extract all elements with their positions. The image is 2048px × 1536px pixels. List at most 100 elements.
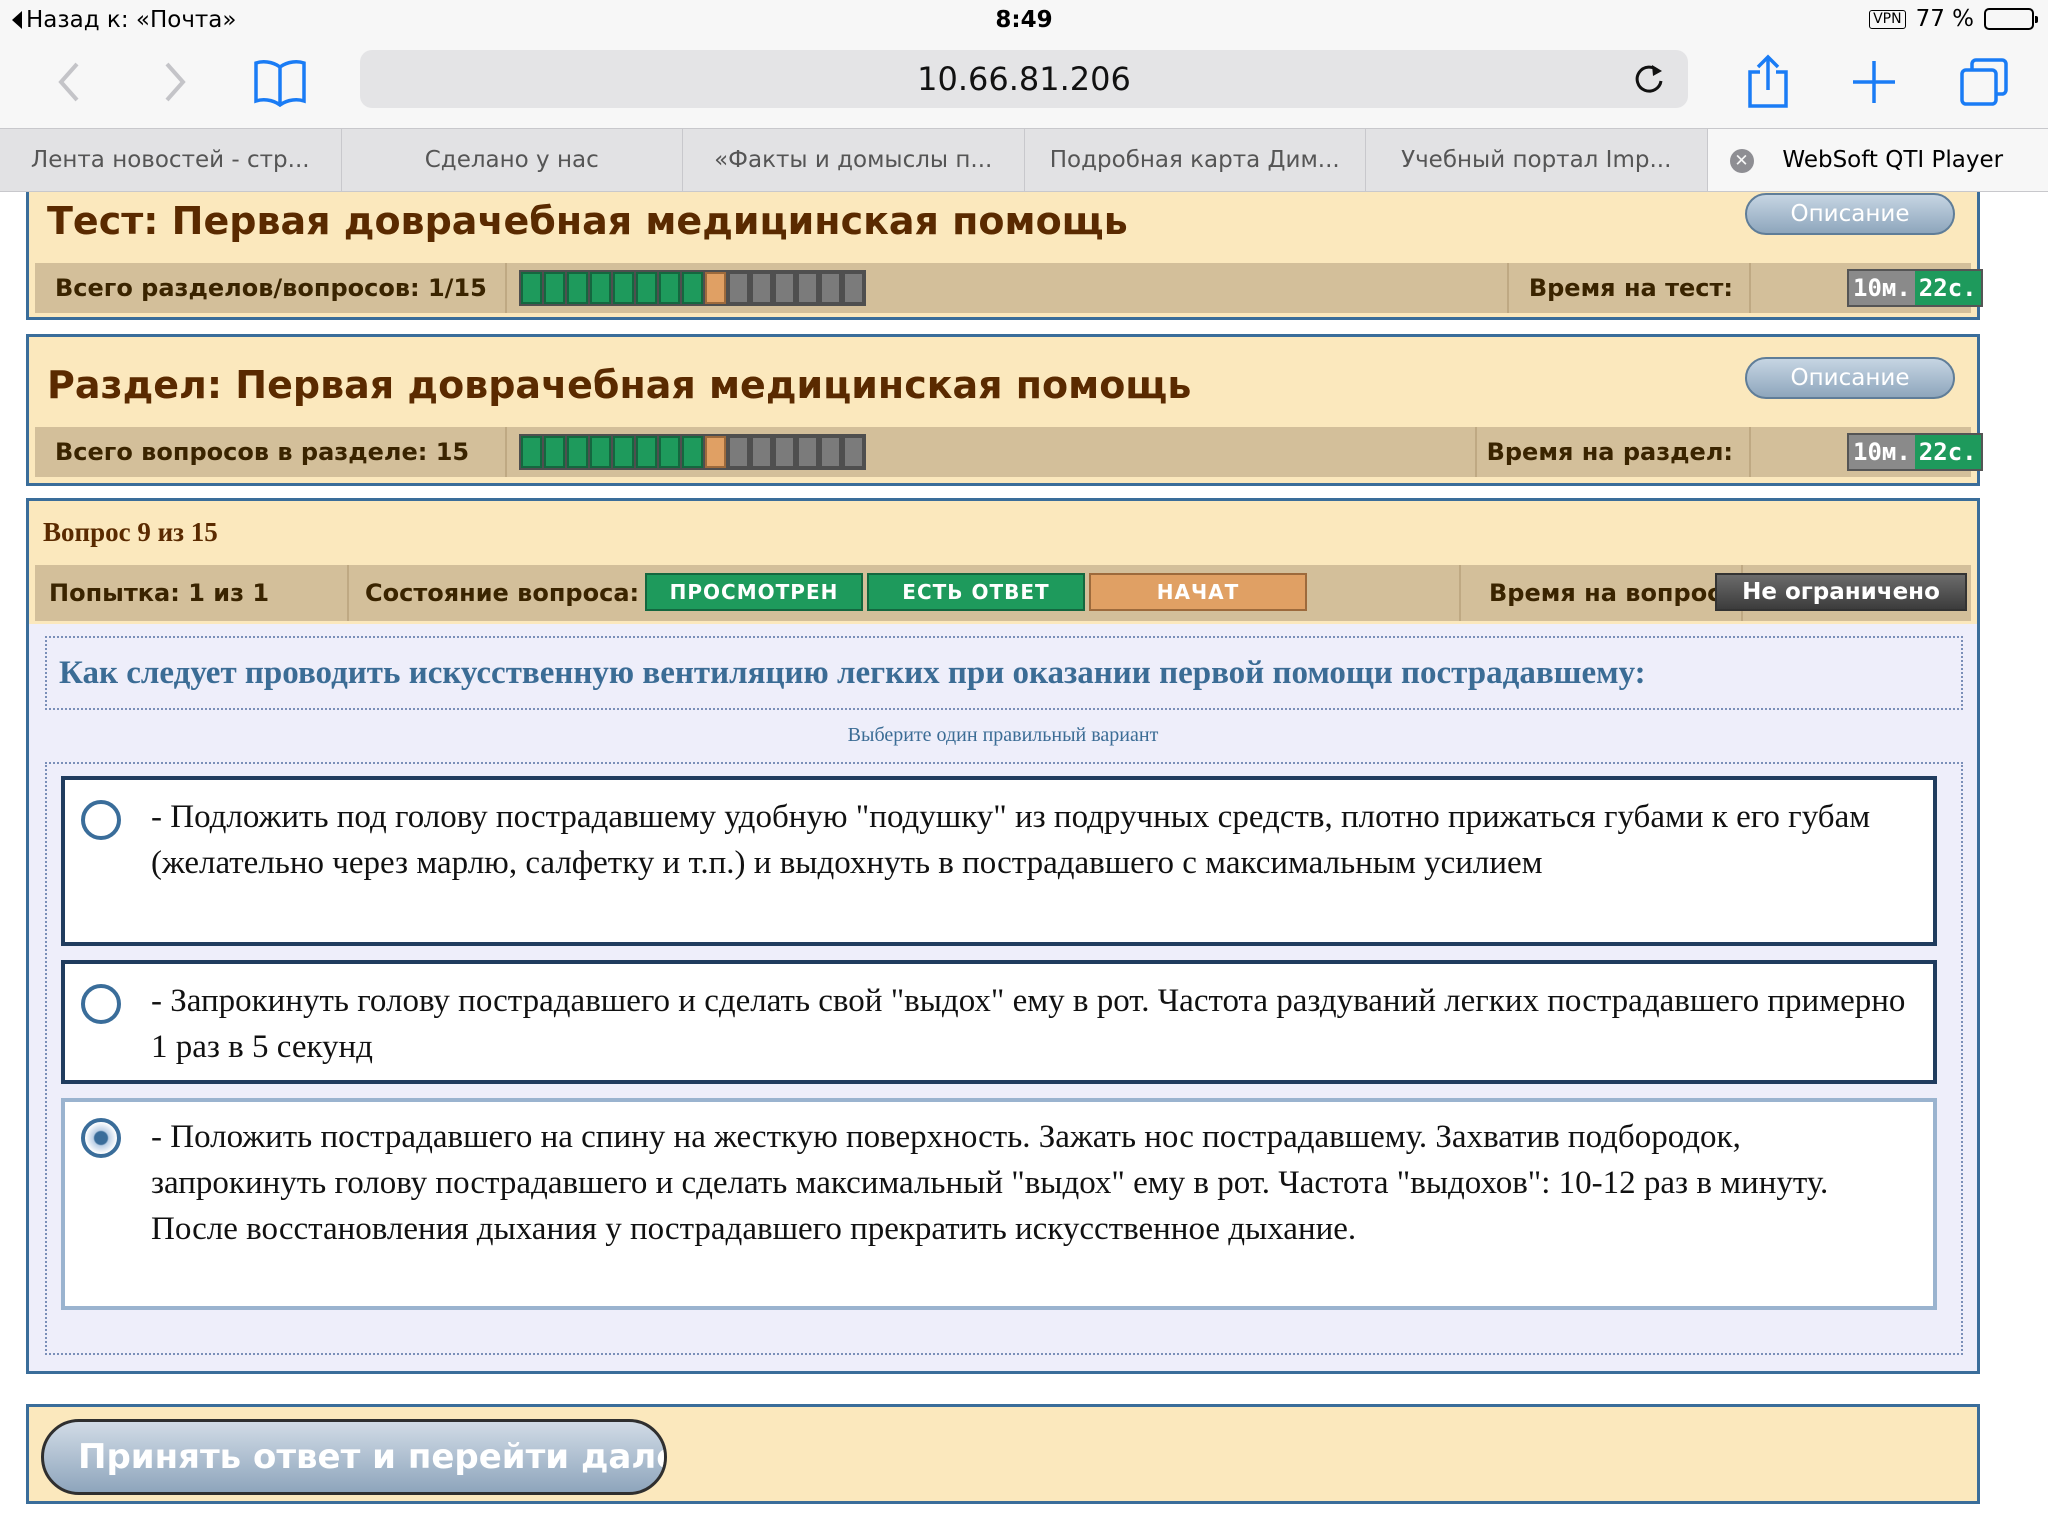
question-info-bar: Попытка: 1 из 1 Состояние вопроса: ПРОСМ…	[35, 565, 1971, 621]
battery-icon	[1984, 8, 2038, 30]
question-state-label: Состояние вопроса:	[365, 579, 640, 607]
progress-segment-todo	[843, 272, 864, 304]
test-panel: Тест: Первая доврачебная медицинская пом…	[26, 192, 1983, 320]
question-body: Как следует проводить искусственную вент…	[26, 624, 1980, 1374]
section-timer-minutes: 10м.	[1849, 435, 1915, 469]
progress-segment-done	[613, 272, 634, 304]
progress-segment-todo	[728, 272, 749, 304]
question-header-panel: Вопрос 9 из 15 Попытка: 1 из 1 Состояние…	[26, 498, 1980, 626]
progress-segment-done	[659, 272, 680, 304]
state-started-badge: НАЧАТ	[1089, 573, 1307, 611]
progress-segment-cur	[705, 272, 726, 304]
test-sections-label: Всего разделов/вопросов: 1/15	[55, 274, 487, 302]
progress-segment-done	[567, 272, 588, 304]
share-button[interactable]	[1736, 50, 1800, 114]
bookmarks-button[interactable]	[248, 50, 312, 114]
progress-segment-done	[544, 436, 565, 468]
question-time-label: Время на вопрос:	[1488, 579, 1731, 607]
progress-segment-todo	[774, 272, 795, 304]
progress-segment-done	[636, 436, 657, 468]
section-progress-bar	[519, 434, 866, 470]
tabs-icon	[1960, 58, 2008, 106]
test-timer: 10м. 22с.	[1847, 269, 1983, 307]
question-text: Как следует проводить искусственную вент…	[45, 636, 1963, 710]
progress-segment-todo	[728, 436, 749, 468]
progress-segment-done	[590, 436, 611, 468]
tab-learning-portal[interactable]: Учебный портал Imp...	[1366, 129, 1708, 191]
progress-segment-done	[544, 272, 565, 304]
section-panel: Раздел: Первая доврачебная медицинская п…	[26, 334, 1983, 486]
answer-option-3[interactable]: - Положить пострадавшего на спину на жес…	[61, 1098, 1937, 1310]
question-instruction: Выберите один правильный вариант	[847, 724, 1159, 746]
browser-tabs: Лента новостей - стр... Сделано у нас «Ф…	[0, 128, 2048, 192]
battery-percent: 77 %	[1915, 6, 1974, 32]
answer-options: - Подложить под голову пострадавшему удо…	[45, 762, 1963, 1355]
progress-segment-done	[659, 436, 680, 468]
answer-option-1-text: - Подложить под голову пострадавшему удо…	[151, 799, 1871, 881]
section-questions-label: Всего вопросов в разделе: 15	[55, 438, 470, 466]
section-timer: 10м. 22с.	[1847, 433, 1983, 471]
progress-segment-done	[521, 272, 542, 304]
test-title: Тест: Первая доврачебная медицинская пом…	[47, 199, 1128, 243]
chevron-left-icon	[58, 62, 79, 102]
back-button[interactable]	[38, 50, 102, 114]
new-tab-button[interactable]	[1842, 50, 1906, 114]
address-bar[interactable]: 10.66.81.206	[360, 50, 1688, 108]
tab-map[interactable]: Подробная карта Дим...	[1025, 129, 1366, 191]
test-description-button[interactable]: Описание	[1745, 193, 1955, 235]
vpn-badge: VPN	[1869, 9, 1906, 29]
plus-icon	[1853, 61, 1895, 103]
tabs-overview-button[interactable]	[1952, 50, 2016, 114]
progress-segment-todo	[797, 436, 818, 468]
submit-answer-label: Принять ответ и перейти далее	[78, 1437, 667, 1477]
url-text: 10.66.81.206	[917, 60, 1131, 98]
tab-news[interactable]: Лента новостей - стр...	[0, 129, 342, 191]
status-bar: Назад к: «Почта» 8:49 VPN 77 %	[0, 0, 2048, 40]
progress-segment-todo	[797, 272, 818, 304]
section-time-label: Время на раздел:	[1486, 438, 1733, 466]
question-time-value: Не ограничено	[1715, 573, 1967, 611]
test-progress-bar	[519, 270, 866, 306]
submit-answer-button[interactable]: Принять ответ и перейти далее	[41, 1419, 667, 1495]
answer-option-1-radio[interactable]	[81, 800, 121, 840]
browser-toolbar: 10.66.81.206	[0, 40, 2048, 128]
state-answered-badge: ЕСТЬ ОТВЕТ	[867, 573, 1085, 611]
progress-segment-done	[613, 436, 634, 468]
clock: 8:49	[995, 7, 1053, 33]
question-number: Вопрос 9 из 15	[43, 517, 218, 547]
test-timer-seconds: 22с.	[1914, 271, 1981, 305]
close-tab-icon[interactable]: ✕	[1729, 149, 1754, 173]
progress-segment-todo	[751, 272, 772, 304]
tab-qti-player-label: WebSoft QTI Player	[1782, 147, 2004, 173]
tab-qti-player[interactable]: ✕ WebSoft QTI Player	[1707, 129, 2048, 191]
answer-option-3-radio[interactable]	[81, 1118, 121, 1158]
state-viewed-badge: ПРОСМОТРЕН	[645, 573, 863, 611]
section-title: Раздел: Первая доврачебная медицинская п…	[47, 363, 1192, 407]
forward-button[interactable]	[142, 50, 206, 114]
progress-segment-done	[590, 272, 611, 304]
answer-option-1[interactable]: - Подложить под голову пострадавшему удо…	[61, 776, 1937, 946]
progress-segment-todo	[820, 436, 841, 468]
answer-option-2[interactable]: - Запрокинуть голову пострадавшего и сде…	[61, 960, 1937, 1084]
answer-option-3-text: - Положить пострадавшего на спину на жес…	[151, 1119, 1829, 1247]
test-time-label: Время на тест:	[1528, 274, 1733, 302]
tab-made-here[interactable]: Сделано у нас	[342, 129, 683, 191]
answer-option-2-text: - Запрокинуть голову пострадавшего и сде…	[151, 983, 1906, 1065]
progress-segment-cur	[705, 436, 726, 468]
share-icon	[1748, 54, 1788, 108]
progress-segment-todo	[774, 436, 795, 468]
section-info-bar: Всего вопросов в разделе: 15 Время на ра…	[35, 427, 1983, 477]
section-description-button[interactable]: Описание	[1745, 357, 1955, 399]
reload-icon[interactable]	[1632, 62, 1666, 96]
test-timer-minutes: 10м.	[1849, 271, 1915, 305]
attempt-label: Попытка: 1 из 1	[49, 579, 270, 607]
progress-segment-done	[567, 436, 588, 468]
answer-option-2-radio[interactable]	[81, 984, 121, 1024]
progress-segment-todo	[820, 272, 841, 304]
progress-segment-todo	[843, 436, 864, 468]
progress-segment-done	[682, 272, 703, 304]
tab-facts[interactable]: «Факты и домыслы п...	[683, 129, 1025, 191]
chevron-right-icon	[165, 62, 186, 102]
progress-segment-done	[521, 436, 542, 468]
book-icon	[254, 60, 306, 107]
